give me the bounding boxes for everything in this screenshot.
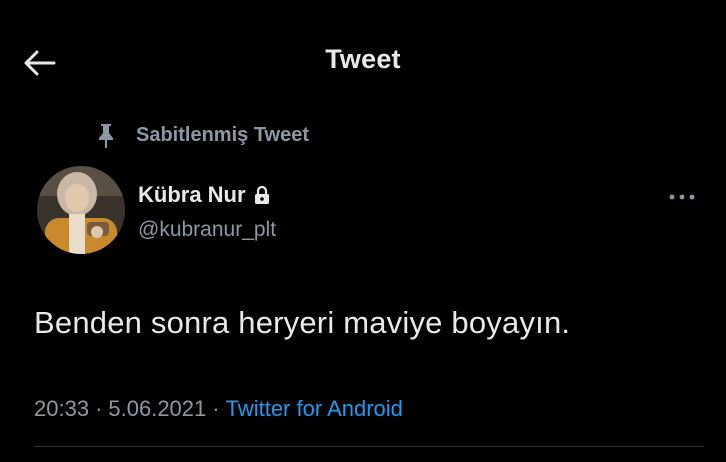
more-options-button[interactable] xyxy=(664,186,700,208)
tweet-meta: 20:33 · 5.06.2021 · Twitter for Android xyxy=(34,396,403,422)
pin-icon xyxy=(99,124,113,148)
tweet-date[interactable]: 5.06.2021 xyxy=(108,396,206,421)
meta-separator: · xyxy=(95,396,103,421)
avatar-photo xyxy=(37,166,125,254)
tweet-text: Benden sonra heryeri maviye boyayın. xyxy=(34,305,571,340)
lock-icon xyxy=(254,185,269,204)
username[interactable]: @kubranur_plt xyxy=(138,218,276,242)
pinned-label: Sabitlenmiş Tweet xyxy=(136,123,310,146)
meta-separator: · xyxy=(212,396,220,421)
top-bar: Tweet xyxy=(0,0,726,110)
page-title: Tweet xyxy=(325,44,401,74)
more-horizontal-icon xyxy=(669,194,695,200)
pinned-tweet-indicator: Sabitlenmiş Tweet xyxy=(96,122,309,148)
divider xyxy=(34,446,704,447)
tweet-time[interactable]: 20:33 xyxy=(34,396,89,421)
display-name[interactable]: Kübra Nur xyxy=(138,182,246,208)
avatar[interactable] xyxy=(37,166,125,254)
tweet-source-link[interactable]: Twitter for Android xyxy=(226,396,403,421)
author-info[interactable]: Kübra Nur @kubranur_plt xyxy=(138,182,276,242)
